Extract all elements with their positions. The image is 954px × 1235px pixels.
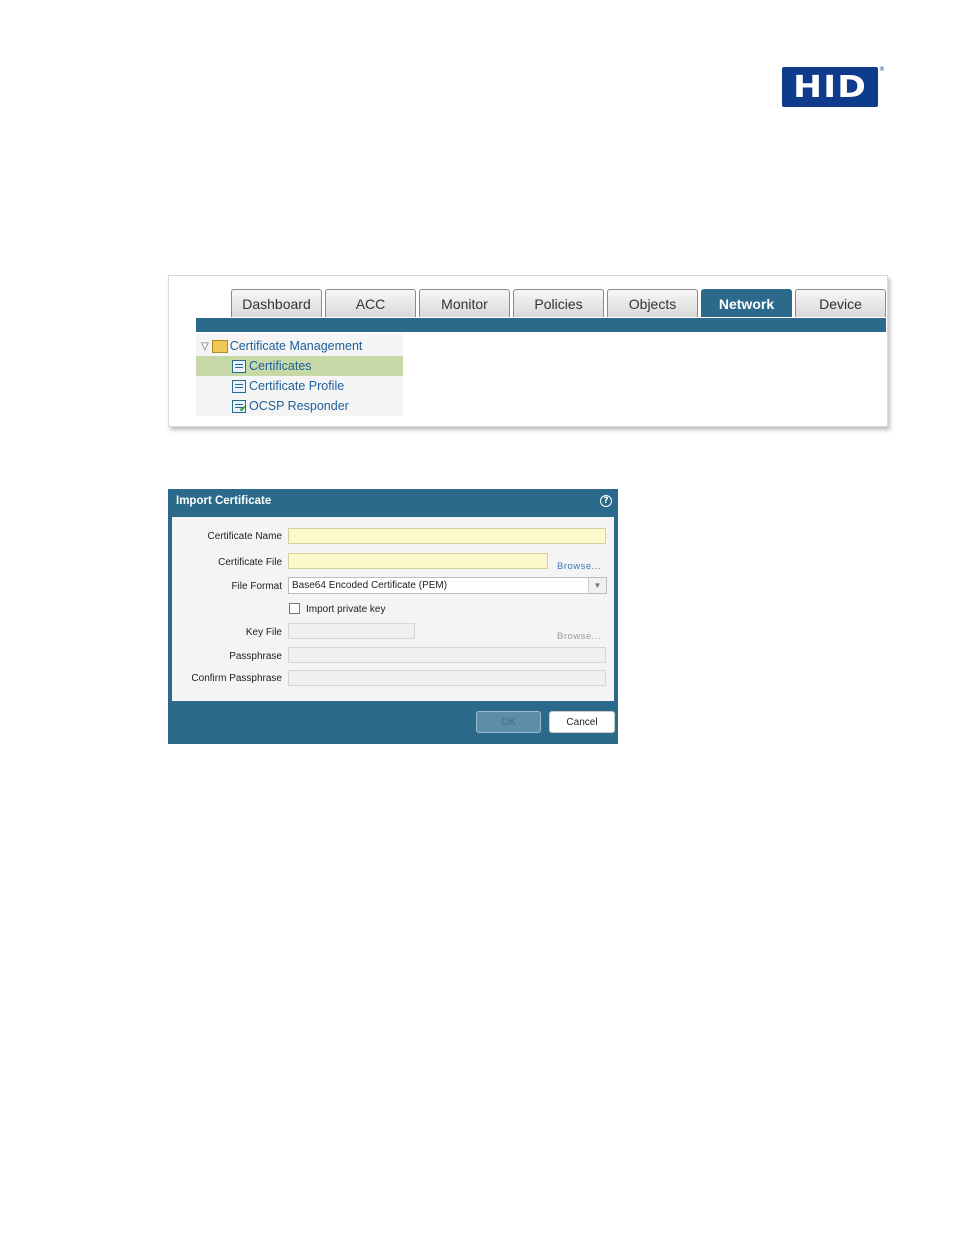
tab-objects[interactable]: Objects [607,289,698,317]
import-private-key-label: Import private key [306,604,386,615]
confirm-passphrase-field[interactable] [288,670,606,686]
key-file-browse-link[interactable]: Browse... [557,631,601,642]
file-format-label: File Format [231,581,282,592]
tree-item-certificates[interactable]: Certificates [196,356,403,376]
tree-item-label: Certificate Management [229,339,363,353]
confirm-passphrase-label: Confirm Passphrase [191,673,282,684]
import-certificate-dialog: Import Certificate ? Certificate Name Ce… [168,489,618,744]
passphrase-field[interactable] [288,647,606,663]
expand-triangle-icon[interactable]: ▽ [201,341,209,352]
tab-underline-bar [196,318,886,332]
passphrase-label: Passphrase [229,651,282,662]
tree-item-certificate-profile[interactable]: Certificate Profile [232,376,344,396]
key-file-label: Key File [245,627,282,638]
tab-device[interactable]: Device [795,289,886,317]
certificate-file-browse-link[interactable]: Browse... [557,561,601,572]
tab-policies[interactable]: Policies [513,289,604,317]
import-private-key-checkbox[interactable] [289,603,300,614]
tab-network[interactable]: Network [701,289,792,317]
certificate-file-label: Certificate File [218,557,282,568]
certificate-file-field[interactable] [288,553,548,569]
certificate-icon [232,359,246,373]
folder-icon [211,339,228,353]
tree-item-certificate-management[interactable]: ▽ Certificate Management [201,336,362,356]
tab-dashboard[interactable]: Dashboard [231,289,322,317]
dropdown-arrow-icon[interactable]: ▼ [588,578,606,593]
nav-tree: ▽ Certificate Management Certificates Ce… [196,334,403,416]
help-icon[interactable]: ? [600,495,612,507]
certificate-name-field[interactable] [288,528,606,544]
ok-button[interactable]: OK [476,711,541,733]
tab-acc[interactable]: ACC [325,289,416,317]
nav-screenshot: Dashboard ACC Monitor Policies Objects N… [168,275,888,427]
tree-item-label: OCSP Responder [249,399,349,413]
certificate-profile-icon [232,379,246,393]
certificate-name-label: Certificate Name [207,531,282,542]
tab-bar: Dashboard ACC Monitor Policies Objects N… [231,289,889,318]
cancel-button[interactable]: Cancel [549,711,615,733]
dialog-title: Import Certificate [176,495,272,507]
tree-item-ocsp-responder[interactable]: ✔ OCSP Responder [232,396,349,416]
registered-mark: ® [879,66,885,73]
hid-logo: HID [782,67,878,107]
tree-item-label: Certificate Profile [249,379,345,393]
file-format-select[interactable]: Base64 Encoded Certificate (PEM) ▼ [288,577,607,594]
logo-text: HID [793,69,867,105]
ocsp-responder-icon: ✔ [232,399,248,415]
tab-monitor[interactable]: Monitor [419,289,510,317]
checkmark-icon: ✔ [239,403,248,415]
key-file-field[interactable] [288,623,415,639]
tree-item-label: Certificates [249,359,312,373]
file-format-value: Base64 Encoded Certificate (PEM) [292,580,448,591]
dialog-body: Certificate Name Certificate File Browse… [172,517,614,701]
